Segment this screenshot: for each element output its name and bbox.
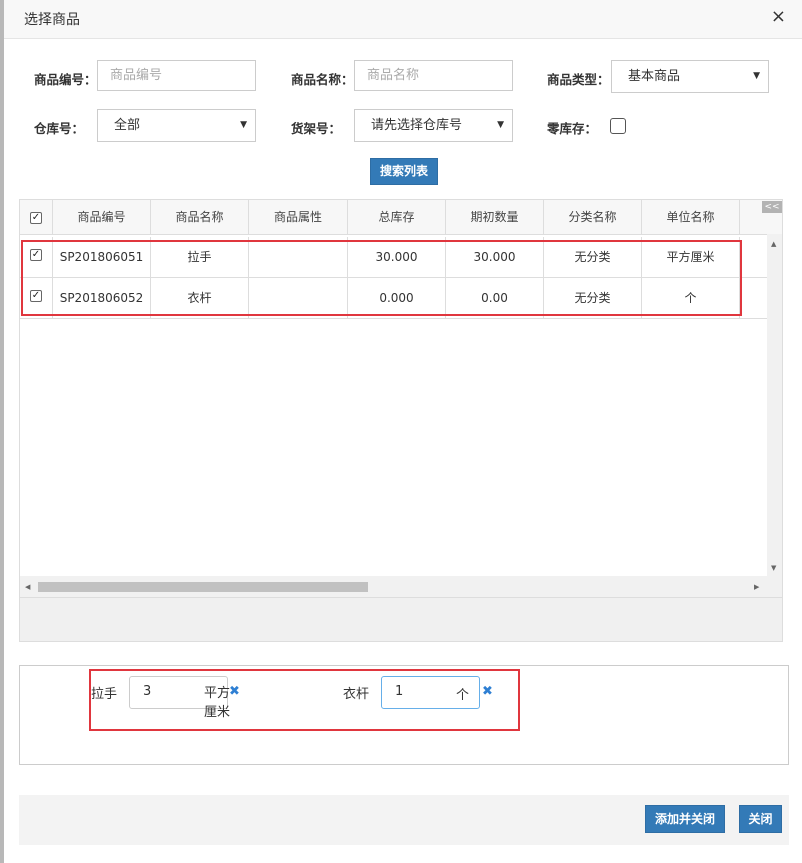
grid-header: ✓ 商品编号 商品名称 商品属性 总库存 期初数量 分类名称 单位名称 — [20, 200, 782, 235]
highlight-selected-box — [89, 669, 520, 731]
shelf-value: 请先选择仓库号 — [371, 118, 463, 133]
scroll-down-icon[interactable]: ▼ — [771, 564, 776, 572]
select-all-checkbox[interactable]: ✓ — [30, 212, 42, 224]
col-stock[interactable]: 总库存 — [348, 200, 446, 234]
col-name[interactable]: 商品名称 — [151, 200, 249, 234]
product-code-label: 商品编号： — [34, 72, 97, 87]
product-type-label: 商品类型： — [547, 72, 610, 87]
close-button[interactable]: 关闭 — [739, 805, 782, 833]
warehouse-value: 全部 — [114, 118, 141, 133]
backdrop-strip — [0, 0, 4, 863]
product-name-input[interactable] — [354, 60, 513, 91]
zero-stock-checkbox[interactable] — [610, 118, 626, 134]
horizontal-scroll-thumb[interactable] — [38, 582, 368, 592]
col-unit[interactable]: 单位名称 — [642, 200, 740, 234]
header-select-all[interactable]: ✓ — [20, 200, 53, 234]
col-code[interactable]: 商品编号 — [53, 200, 151, 234]
col-attr[interactable]: 商品属性 — [249, 200, 348, 234]
col-initial[interactable]: 期初数量 — [446, 200, 544, 234]
shelf-select[interactable]: 请先选择仓库号 ▼ — [354, 109, 513, 142]
product-type-value: 基本商品 — [628, 69, 681, 84]
caret-down-icon: ▼ — [240, 120, 247, 130]
scroll-right-icon[interactable]: ▶ — [754, 583, 759, 591]
search-list-button[interactable]: 搜索列表 — [370, 158, 438, 185]
collapse-toggle-button[interactable]: << — [762, 201, 782, 213]
dialog-titlebar: 选择商品 × — [4, 0, 802, 39]
vertical-scrollbar[interactable]: ▲ ▼ — [767, 234, 782, 576]
scroll-left-icon[interactable]: ◀ — [25, 583, 30, 591]
scroll-up-icon[interactable]: ▲ — [771, 240, 776, 248]
product-type-select[interactable]: 基本商品 ▼ — [611, 60, 769, 93]
product-name-label: 商品名称： — [291, 72, 354, 87]
close-icon[interactable]: × — [771, 8, 786, 26]
highlight-rows-box — [21, 240, 742, 316]
caret-down-icon: ▼ — [497, 120, 504, 130]
warehouse-label: 仓库号： — [34, 121, 85, 136]
product-code-input[interactable] — [97, 60, 256, 91]
grid-footer — [20, 597, 782, 641]
shelf-label: 货架号： — [291, 121, 342, 136]
warehouse-select[interactable]: 全部 ▼ — [97, 109, 256, 142]
caret-down-icon: ▼ — [753, 71, 760, 81]
col-category[interactable]: 分类名称 — [544, 200, 642, 234]
dialog-title: 选择商品 — [24, 12, 80, 28]
horizontal-scrollbar[interactable]: ◀ ▶ — [20, 576, 782, 598]
zero-stock-label: 零库存： — [547, 121, 598, 136]
add-and-close-button[interactable]: 添加并关闭 — [645, 805, 725, 833]
